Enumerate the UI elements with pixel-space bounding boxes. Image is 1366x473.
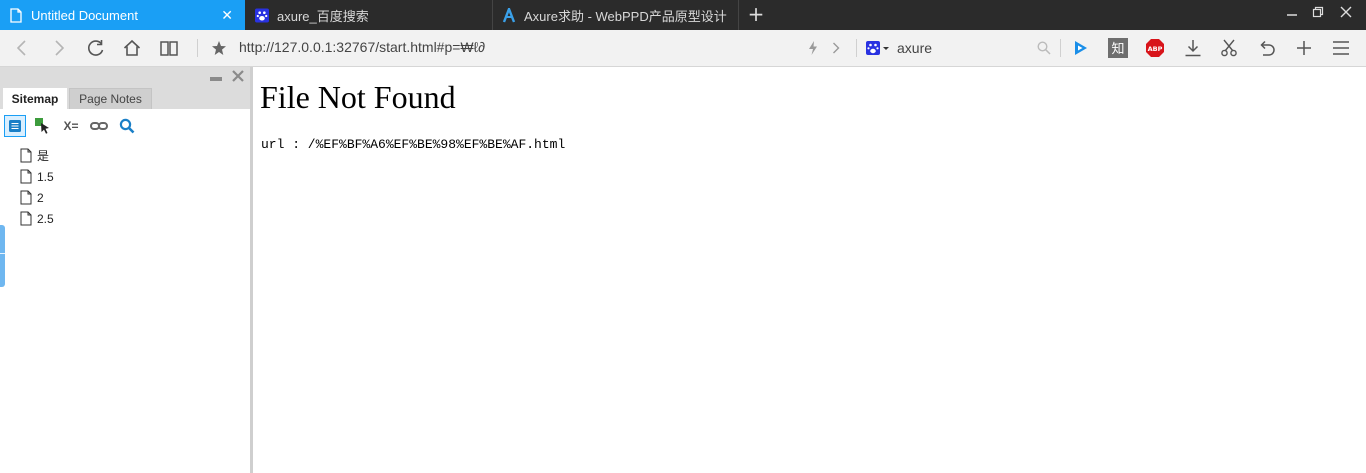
address-input[interactable]: http://127.0.0.1:32767/start.html#p=₩ℓ∂	[239, 39, 485, 55]
document-icon	[9, 7, 23, 23]
scrollbar[interactable]	[1353, 67, 1366, 473]
baidu-paw-icon	[255, 7, 269, 23]
list-item[interactable]: 1.5	[20, 166, 54, 187]
page-title: File Not Found	[260, 79, 456, 115]
tab-bar: Untitled Document ✕ axure_百度搜索 Axure求助 -…	[0, 0, 1366, 30]
highlight-interactive-icon[interactable]	[32, 115, 54, 137]
list-item[interactable]: 2.5	[20, 208, 54, 229]
chevron-right-icon[interactable]	[826, 38, 846, 58]
link-icon[interactable]	[88, 115, 110, 137]
sidebar-header: Sitemap Page Notes	[0, 67, 250, 109]
close-window-icon[interactable]	[1338, 6, 1354, 22]
adblock-label: ABP	[1148, 45, 1163, 53]
tab-baidu-search[interactable]: axure_百度搜索	[246, 0, 492, 30]
search-icon[interactable]	[1034, 38, 1054, 58]
zhihu-icon[interactable]: 知	[1108, 38, 1128, 58]
page-icon	[20, 190, 32, 205]
url-text: url : /%EF%BF%A6%EF%BE%98%EF%BE%AF.html	[261, 137, 566, 152]
close-tab-icon[interactable]: ✕	[221, 7, 233, 24]
tab-page-notes[interactable]: Page Notes	[69, 88, 152, 109]
page-icon	[20, 169, 32, 184]
adblock-icon[interactable]: ABP	[1145, 38, 1165, 58]
page-label: 2	[37, 190, 44, 205]
tab-untitled-document[interactable]: Untitled Document ✕	[0, 0, 245, 30]
page-label: 2.5	[37, 211, 54, 226]
sitemap-tree: 是 1.5 2 2.5	[20, 145, 54, 229]
list-item[interactable]: 2	[20, 187, 54, 208]
tab-separator	[738, 0, 739, 30]
video-play-icon[interactable]	[1071, 38, 1091, 58]
lightning-icon[interactable]	[803, 38, 823, 58]
search-engine-selector[interactable]	[864, 38, 892, 58]
page-icon	[20, 211, 32, 226]
page-list-toggle-icon[interactable]	[4, 115, 26, 137]
tab-sitemap[interactable]: Sitemap	[3, 88, 67, 109]
toolbar-separator	[1060, 39, 1061, 57]
download-icon[interactable]	[1183, 38, 1203, 58]
tab-title: axure_百度搜索	[277, 8, 369, 24]
search-icon[interactable]	[116, 115, 138, 137]
page-icon	[20, 148, 32, 163]
page-label: 1.5	[37, 169, 54, 184]
toolbar-separator	[856, 39, 857, 57]
page-label: 是	[37, 149, 50, 163]
minimize-panel-icon[interactable]	[210, 70, 222, 86]
home-icon[interactable]	[122, 38, 142, 58]
sidebar-edge-handle-divider	[0, 253, 5, 254]
restore-window-icon[interactable]	[1310, 6, 1326, 22]
close-panel-icon[interactable]	[232, 70, 244, 86]
variables-icon[interactable]: X=	[60, 115, 82, 137]
tab-title: Axure求助 - WebPPD产品原型设计	[524, 8, 727, 24]
sidebar-edge-handle[interactable]	[0, 225, 5, 287]
new-tab-button[interactable]: +	[746, 4, 766, 24]
search-input[interactable]: axure	[897, 40, 932, 56]
add-icon[interactable]	[1294, 38, 1314, 58]
scissors-icon[interactable]	[1219, 38, 1239, 58]
back-icon[interactable]	[12, 38, 32, 58]
page-content: File Not Found url : /%EF%BF%A6%EF%BE%98…	[253, 67, 1366, 473]
list-item[interactable]: 是	[20, 145, 54, 166]
zhihu-label: 知	[1111, 41, 1124, 57]
undo-close-icon[interactable]	[1257, 38, 1277, 58]
sitemap-toolbar: X=	[4, 115, 144, 137]
favorite-star-icon[interactable]	[209, 38, 229, 58]
reload-icon[interactable]	[86, 38, 106, 58]
navigation-bar: http://127.0.0.1:32767/start.html#p=₩ℓ∂ …	[0, 30, 1366, 67]
menu-icon[interactable]	[1331, 38, 1351, 58]
minimize-window-icon[interactable]	[1284, 6, 1300, 22]
tab-title: Untitled Document	[31, 7, 138, 23]
axure-sidebar: Sitemap Page Notes X= 是 1.5 2 2.5	[0, 67, 250, 473]
toolbar-separator	[197, 39, 198, 57]
axure-logo-icon	[502, 7, 516, 23]
variables-label: X=	[63, 119, 79, 133]
forward-icon[interactable]	[49, 38, 69, 58]
tab-axure-help[interactable]: Axure求助 - WebPPD产品原型设计	[493, 0, 738, 30]
reading-mode-icon[interactable]	[159, 38, 179, 58]
